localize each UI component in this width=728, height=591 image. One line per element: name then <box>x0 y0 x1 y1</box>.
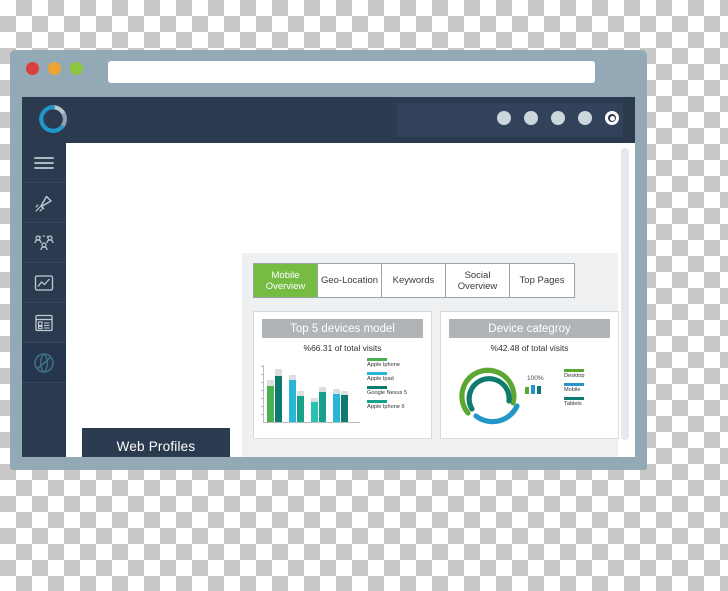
dashboard-tabs: Mobile Overview Geo-Location Keywords So… <box>253 263 575 298</box>
bar-right <box>341 390 348 422</box>
legend-label: Tablets <box>564 401 582 407</box>
y-tick <box>261 366 264 367</box>
card-subtitle-top-devices: %66.31 of total visits <box>254 343 431 353</box>
legend-swatch <box>564 383 584 386</box>
hamburger-menu-icon <box>34 156 54 170</box>
tab-keywords[interactable]: Keywords <box>382 264 446 297</box>
legend-label: Desktop <box>564 373 585 379</box>
sidebar-item-audience[interactable] <box>22 223 66 263</box>
bar-left <box>311 398 318 422</box>
maximize-window-button[interactable] <box>70 62 83 75</box>
bar-chart-bars <box>267 364 348 422</box>
tab-mobile-overview[interactable]: Mobile Overview <box>254 264 318 297</box>
web-profiles-icon <box>32 351 56 375</box>
card-subtitle-device-category: %42.48 of total visits <box>441 343 618 353</box>
bar-right <box>319 387 326 422</box>
vertical-scrollbar[interactable] <box>621 148 629 440</box>
bar-chart-x-axis <box>263 422 360 423</box>
card-title-text: Device categroy <box>488 322 571 335</box>
tab-geo-location[interactable]: Geo-Location <box>318 264 382 297</box>
card-device-category: Device categroy %42.48 of total visits 1… <box>440 311 619 439</box>
web-profiles-tooltip[interactable]: Web Profiles <box>82 428 230 457</box>
tab-top-pages[interactable]: Top Pages <box>510 264 574 297</box>
card-title-device-category: Device categroy <box>449 319 610 338</box>
donut-chart-plot-area: 100% Desktop Mobile Tablets <box>441 357 618 429</box>
legend-swatch <box>367 386 387 389</box>
rocket-icon <box>33 192 55 214</box>
bar-group <box>311 387 326 422</box>
legend-label: Apple Iphone 6 <box>367 404 405 410</box>
bar-left <box>333 388 340 422</box>
card-subtitle-text: %42.48 of total visits <box>490 343 569 353</box>
browser-titlebar <box>10 50 647 97</box>
sidebar-item-analytics[interactable] <box>22 263 66 303</box>
legend-item: Apple Iphone 6 <box>367 400 429 410</box>
application-viewport: Web Profiles Mobile Overview Geo-Locatio… <box>22 97 635 457</box>
nav-dot-1[interactable] <box>497 111 511 125</box>
users-group-icon <box>33 233 55 253</box>
donut-chart <box>455 357 529 425</box>
legend-item: Google Nexus 5 <box>367 386 429 396</box>
bar-left <box>267 380 274 422</box>
main-content: Web Profiles Mobile Overview Geo-Locatio… <box>66 143 635 457</box>
close-window-button[interactable] <box>26 62 39 75</box>
sidebar-item-reports[interactable] <box>22 303 66 343</box>
donut-sparkline <box>525 385 541 394</box>
app-topbar <box>22 97 635 143</box>
sidebar <box>22 143 66 457</box>
bar-group <box>289 375 304 422</box>
legend-label: Mobile <box>564 387 581 393</box>
y-tick <box>261 374 264 375</box>
report-list-icon <box>33 313 55 333</box>
web-profiles-label: Web Profiles <box>116 438 196 454</box>
nav-dot-3[interactable] <box>551 111 565 125</box>
legend-label: Google Nexus 5 <box>367 390 408 396</box>
bar-right <box>297 390 304 422</box>
bar-group <box>333 388 348 422</box>
y-tick <box>261 390 264 391</box>
legend-swatch <box>367 358 387 361</box>
legend-swatch <box>367 400 387 403</box>
donut-chart-legend: Desktop Mobile Tablets <box>564 369 612 411</box>
legend-label: Apple Ipad <box>367 376 394 382</box>
legend-item: Mobile <box>564 383 612 393</box>
topbar-nav-dots <box>497 111 619 125</box>
card-subtitle-text: %66.31 of total visits <box>303 343 382 353</box>
y-tick <box>261 398 264 399</box>
legend-label: Apple Iphone <box>367 362 400 368</box>
card-title-text: Top 5 devices model <box>290 322 395 335</box>
app-logo-icon[interactable] <box>38 104 68 134</box>
legend-item: Tablets <box>564 397 612 407</box>
chart-image-icon <box>33 273 55 293</box>
sidebar-item-web-profiles[interactable] <box>22 343 66 383</box>
bar-chart <box>261 359 360 423</box>
y-tick <box>261 382 264 383</box>
nav-dot-5-active[interactable] <box>605 111 619 125</box>
sidebar-item-campaigns[interactable] <box>22 183 66 223</box>
y-tick <box>261 406 264 407</box>
bar-chart-plot-area: Apple Iphone Apple Ipad Google Nexus 5 Appl… <box>254 357 431 429</box>
nav-dot-4[interactable] <box>578 111 592 125</box>
donut-percent-annotation: 100% <box>527 375 544 382</box>
legend-swatch <box>367 372 387 375</box>
legend-item: Apple Iphone <box>367 358 429 368</box>
dashboard-panel: Mobile Overview Geo-Location Keywords So… <box>242 253 619 457</box>
legend-swatch <box>564 369 584 372</box>
address-bar-input[interactable] <box>108 61 595 83</box>
legend-swatch <box>564 397 584 400</box>
card-title-top-devices: Top 5 devices model <box>262 319 423 338</box>
sidebar-item-menu[interactable] <box>22 143 66 183</box>
bar-right <box>275 369 282 422</box>
bar-chart-legend: Apple Iphone Apple Ipad Google Nexus 5 Appl… <box>367 358 429 414</box>
y-tick <box>261 414 264 415</box>
legend-item: Desktop <box>564 369 612 379</box>
bar-left <box>289 375 296 422</box>
nav-dot-2[interactable] <box>524 111 538 125</box>
browser-window: Web Profiles Mobile Overview Geo-Locatio… <box>10 50 647 470</box>
bar-group <box>267 369 282 422</box>
card-top-devices-model: Top 5 devices model %66.31 of total visi… <box>253 311 432 439</box>
legend-item: Apple Ipad <box>367 372 429 382</box>
minimize-window-button[interactable] <box>48 62 61 75</box>
tab-social-overview[interactable]: Social Overview <box>446 264 510 297</box>
